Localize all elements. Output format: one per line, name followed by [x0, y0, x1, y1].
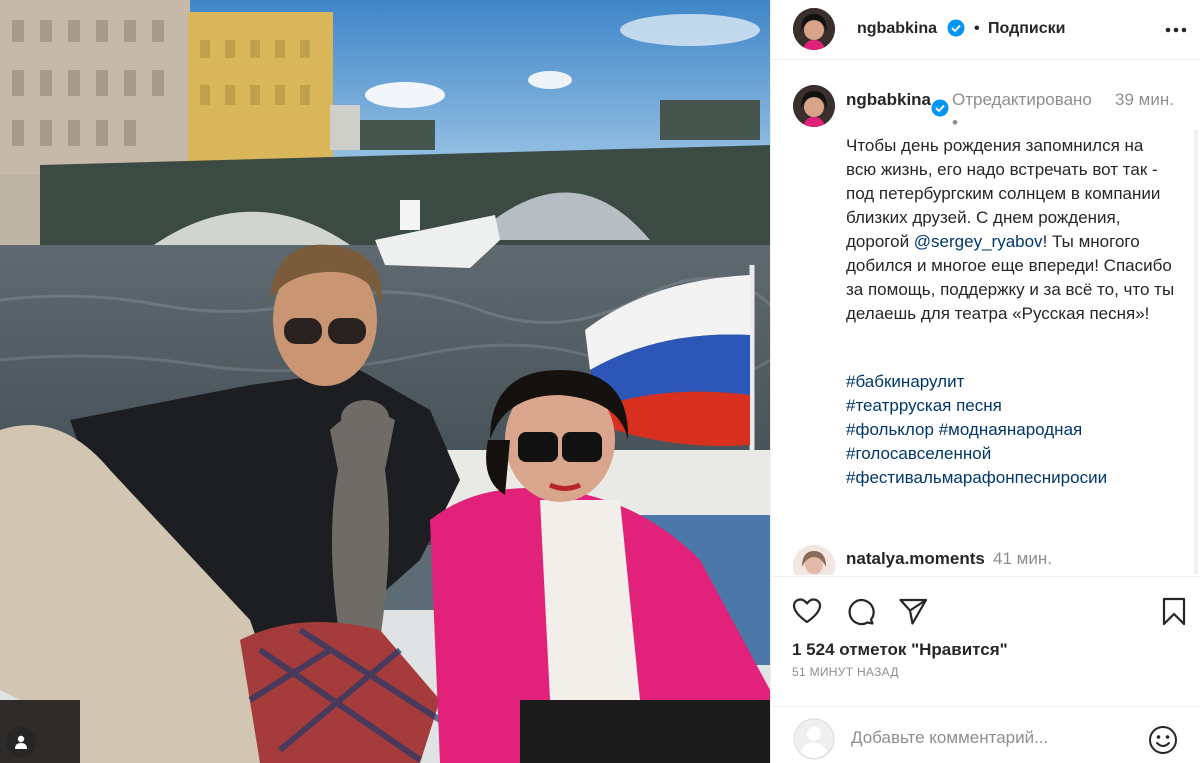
caption-verified-badge-icon: [931, 99, 949, 122]
author-username[interactable]: ngbabkina: [857, 20, 937, 38]
emoji-icon[interactable]: [1147, 724, 1179, 756]
post-timestamp[interactable]: 51 МИНУТ НАЗАД: [792, 665, 899, 679]
hashtag-link[interactable]: #театрруская песня: [846, 396, 1002, 415]
caption-author-username[interactable]: ngbabkina: [846, 88, 931, 111]
caption-text: Чтобы день рождения запомнился на всю жи…: [846, 134, 1176, 326]
post-details-pane: ngbabkina • Подписки ngbabkina Отредакти…: [770, 0, 1200, 763]
post-header: ngbabkina • Подписки: [771, 0, 1200, 60]
author-avatar[interactable]: [793, 8, 835, 50]
post-actions: 1 524 отметок "Нравится" 51 МИНУТ НАЗАД: [771, 576, 1200, 706]
comment-bubble-icon[interactable]: [844, 595, 876, 627]
verified-badge-icon: [947, 19, 965, 42]
add-comment-bar: [771, 706, 1200, 763]
hashtags: #бабкинарулит #театрруская песня #фолькл…: [846, 370, 1176, 490]
post-photo-image: [0, 0, 770, 763]
comment-timestamp: 41 мин.: [993, 549, 1052, 568]
caption-author-avatar[interactable]: [793, 85, 835, 127]
commenter-username[interactable]: natalya.moments: [846, 549, 985, 569]
save-bookmark-icon[interactable]: [1158, 595, 1190, 627]
like-heart-icon[interactable]: [791, 595, 823, 627]
tagged-user-icon[interactable]: [6, 727, 36, 757]
hashtag-link[interactable]: #фольклор: [846, 420, 934, 439]
hashtag-link[interactable]: #моднаянародная: [939, 420, 1083, 439]
comments-section[interactable]: ngbabkina Отредактировано • 39 мин. Чтоб…: [771, 61, 1200, 575]
following-button[interactable]: Подписки: [988, 20, 1065, 38]
commenter-avatar[interactable]: [793, 545, 835, 575]
share-send-icon[interactable]: [897, 595, 929, 627]
likes-count[interactable]: 1 524 отметок "Нравится": [792, 640, 1008, 660]
mention-link[interactable]: @sergey_ryabov: [914, 232, 1043, 251]
hashtag-link[interactable]: #бабкинарулит: [846, 372, 964, 391]
comments-scrollbar[interactable]: [1194, 129, 1198, 575]
separator-dot: •: [974, 20, 980, 37]
caption-edited-label[interactable]: Отредактировано •: [952, 88, 1092, 134]
comment-input[interactable]: [851, 725, 1141, 751]
hashtag-link[interactable]: #голосавселенной: [846, 444, 991, 463]
more-options-icon[interactable]: [1163, 20, 1189, 40]
post-photo[interactable]: [0, 0, 770, 763]
caption-timestamp[interactable]: 39 мин.: [1115, 88, 1175, 111]
hashtag-link[interactable]: #фестивальмарафонпесниросии: [846, 468, 1107, 487]
current-user-avatar-icon: [793, 718, 835, 760]
